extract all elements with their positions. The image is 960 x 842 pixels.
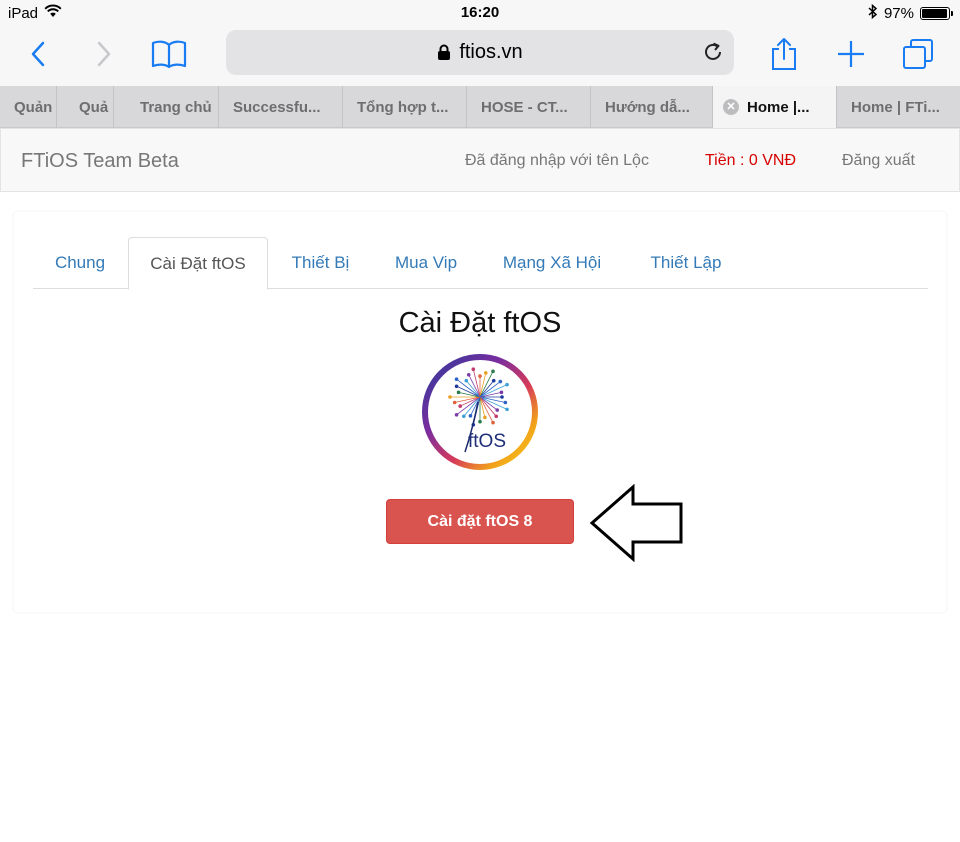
browser-tab-label: Trang chủ	[140, 98, 212, 116]
reload-icon[interactable]	[702, 41, 724, 69]
content-panel: Chung Cài Đặt ftOS Thiết Bị Mua Vip Mạng…	[14, 212, 946, 612]
logo-text: ftOS	[468, 431, 506, 452]
forward-button[interactable]	[84, 36, 124, 72]
ftos-logo: ftOS	[420, 352, 540, 472]
logout-link[interactable]: Đăng xuất	[842, 152, 915, 170]
browser-tab-label: HOSE - CT...	[481, 98, 568, 116]
browser-tab-label: Successfu...	[233, 98, 321, 116]
tab-chung[interactable]: Chung	[33, 237, 127, 289]
browser-tab[interactable]: Home | FTi...	[837, 86, 960, 128]
status-bar: iPad 16:20 97%	[0, 0, 960, 26]
chevron-left-icon	[31, 41, 45, 67]
battery-percent: 97%	[883, 5, 914, 22]
tab-mua-vip[interactable]: Mua Vip	[380, 237, 472, 289]
logged-in-text: Đã đăng nhập với tên Lộc	[465, 152, 649, 169]
tabs-overview-button[interactable]	[898, 36, 938, 72]
tabs-icon	[903, 39, 933, 69]
tab-cai-dat-ftos[interactable]: Cài Đặt ftOS	[128, 237, 268, 290]
browser-tab[interactable]: HOSE - CT...	[467, 86, 591, 128]
bluetooth-icon	[868, 3, 878, 23]
browser-tab-label: Home | FTi...	[851, 98, 940, 116]
browser-tab-strip: Quản Quả Trang chủ Successfu... Tổng hợp…	[0, 86, 960, 128]
browser-toolbar: ftios.vn	[0, 26, 960, 86]
page-title: Cài Đặt ftOS	[398, 307, 562, 339]
browser-tab-label: Quản	[14, 98, 53, 116]
close-tab-icon[interactable]: ✕	[723, 99, 739, 115]
site-navbar: FTiOS Team Beta Đã đăng nhập với tên Lộc…	[0, 128, 960, 192]
book-icon	[151, 40, 187, 69]
browser-tab-label: Tổng hợp t...	[357, 98, 449, 116]
browser-tab-label: Hướng dẫ...	[605, 98, 690, 116]
back-button[interactable]	[18, 36, 58, 72]
browser-tab[interactable]: Tổng hợp t...	[343, 86, 467, 128]
lock-icon	[438, 44, 451, 60]
browser-tab[interactable]: Quản	[0, 86, 57, 128]
tab-mang-xa-hoi[interactable]: Mạng Xã Hội	[487, 237, 617, 289]
bookmarks-button[interactable]	[149, 36, 189, 72]
tab-thiet-lap[interactable]: Thiết Lập	[631, 237, 741, 289]
browser-tab-active[interactable]: ✕ Home |...	[713, 86, 837, 128]
content-tabs: Chung Cài Đặt ftOS Thiết Bị Mua Vip Mạng…	[33, 237, 928, 290]
browser-tab-label: Home |...	[747, 98, 810, 116]
chevron-right-icon	[97, 41, 111, 67]
browser-tab[interactable]: Hướng dẫ...	[591, 86, 713, 128]
new-tab-button[interactable]	[831, 36, 871, 72]
site-brand[interactable]: FTiOS Team Beta	[21, 150, 179, 173]
browser-tab[interactable]: Successfu...	[219, 86, 343, 128]
address-bar[interactable]: ftios.vn	[226, 30, 734, 75]
share-icon	[772, 38, 796, 70]
browser-tab[interactable]: Trang chủ	[114, 86, 219, 128]
url-text: ftios.vn	[459, 41, 523, 63]
arrow-left-icon	[589, 484, 683, 562]
share-button[interactable]	[764, 36, 804, 72]
plus-icon	[838, 41, 864, 67]
clock: 16:20	[460, 4, 500, 21]
money-balance[interactable]: Tiền : 0 VNĐ	[705, 152, 796, 170]
tab-thiet-bi[interactable]: Thiết Bị	[273, 237, 368, 289]
install-ftos-button[interactable]: Cài đặt ftOS 8	[386, 499, 574, 544]
browser-tab-label: Quả	[79, 98, 109, 116]
battery-icon	[920, 7, 953, 20]
browser-tab[interactable]: Quả	[57, 86, 114, 128]
